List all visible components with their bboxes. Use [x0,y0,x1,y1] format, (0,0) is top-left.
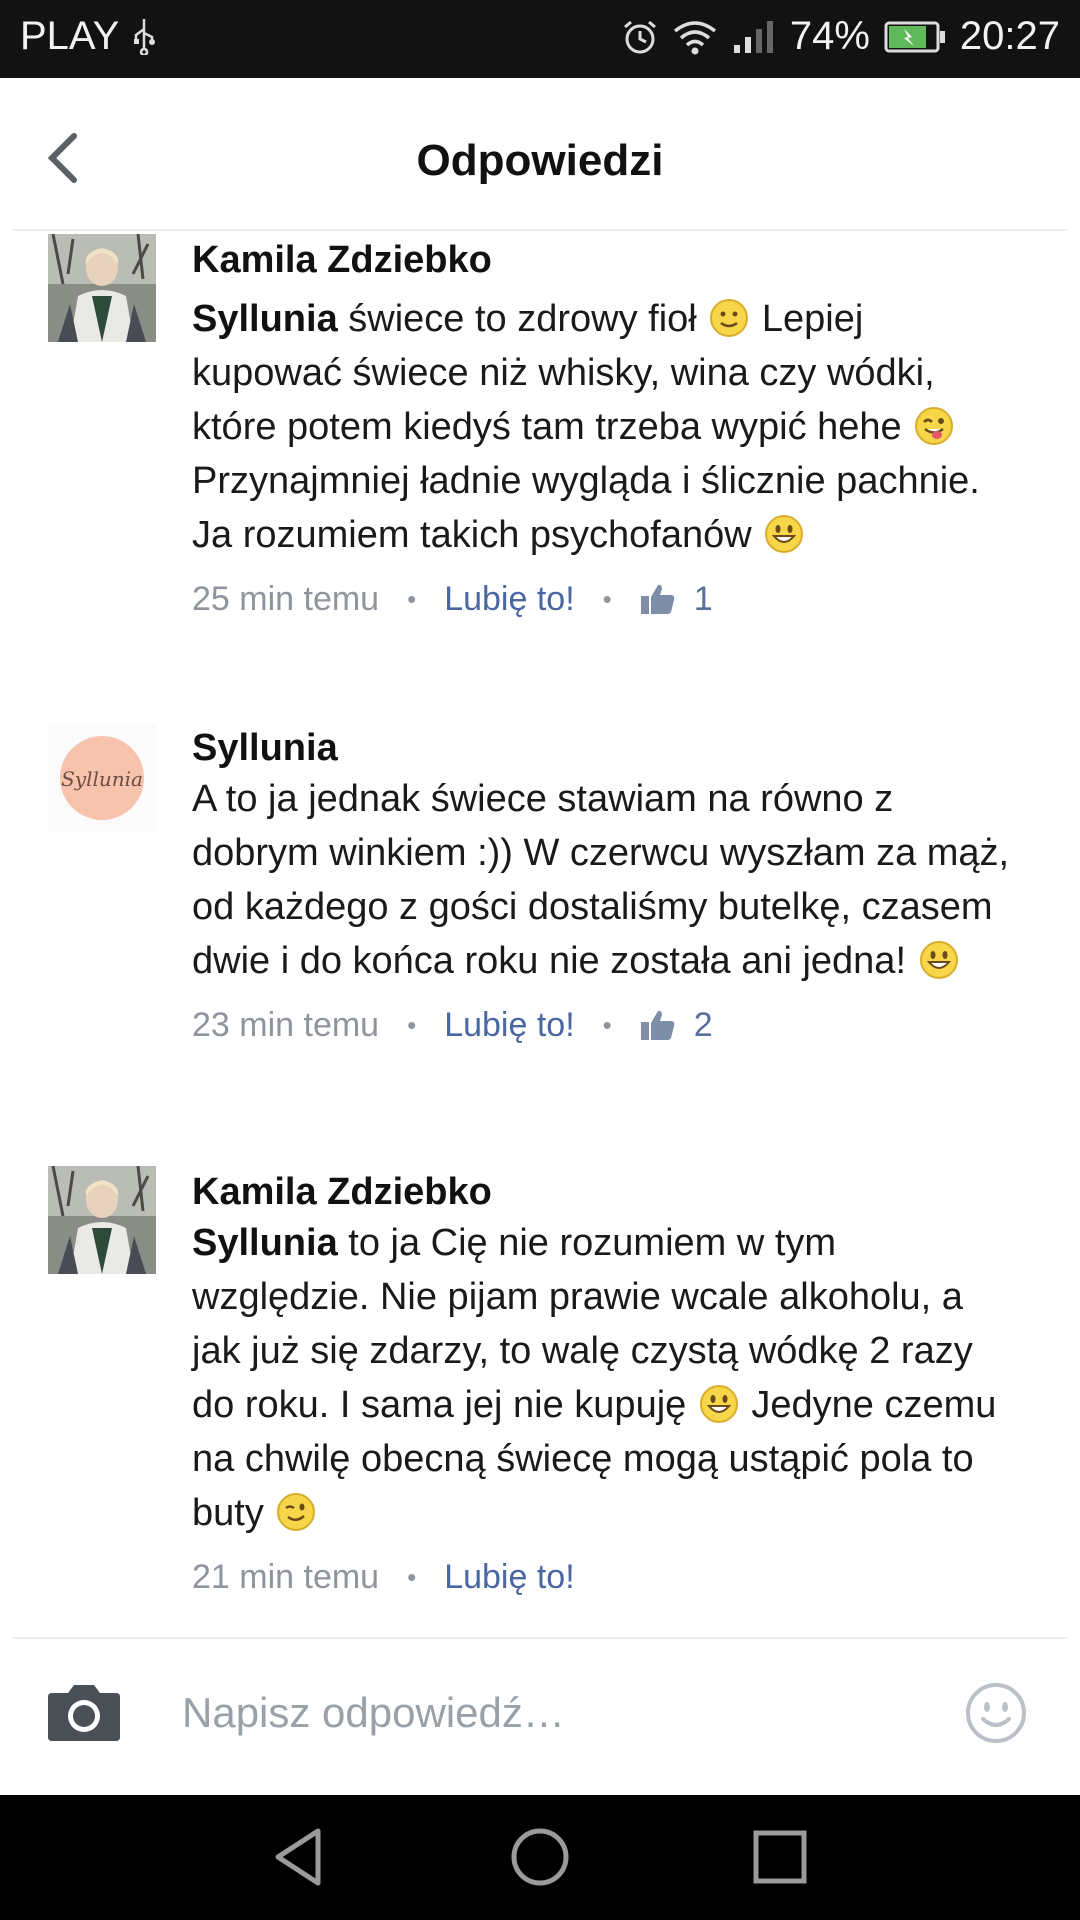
avatar[interactable]: Syllunia [48,724,156,832]
separator-dot: • [602,1009,612,1040]
separator-dot: • [407,583,417,614]
separator-dot: • [602,583,612,614]
comment-author[interactable]: Kamila Zdziebko [192,236,1012,284]
emoji-button[interactable] [964,1681,1028,1745]
comment-meta: 23 min temu • Lubię to! • 2 [192,1002,1012,1048]
comment-text-part: A to ja jednak świece stawiam na równo z… [192,778,1010,982]
comment-body: Kamila Zdziebko Syllunia to ja Cię nie r… [192,1168,1012,1600]
wifi-icon [672,19,718,55]
comment-meta: 25 min temu • Lubię to! • 1 [192,576,1012,622]
carrier-label: PLAY [20,14,120,58]
like-count[interactable]: 1 [640,580,713,619]
signal-icon [732,19,776,55]
thumbs-up-icon [640,584,675,614]
header-divider [12,229,1068,231]
recents-square-icon [753,1830,807,1884]
avatar[interactable] [48,1166,156,1274]
like-button[interactable]: Lubię to! [444,1006,574,1045]
status-bar: PLAY 74% 20:27 [0,0,1080,78]
comment-time: 25 min temu [192,579,380,618]
separator-dot: • [407,1561,417,1592]
comments-list: Kamila Zdziebko Syllunia świece to zdrow… [0,232,1080,1637]
thumbs-up-icon [640,1010,675,1040]
grin-emoji [764,514,804,554]
page-title: Odpowiedzi [416,136,664,185]
like-count-value: 1 [693,579,713,618]
mention-link[interactable]: Syllunia [192,1222,338,1264]
clock: 20:27 [959,14,1060,58]
reply-composer [0,1639,1080,1795]
camera-button[interactable] [46,1681,122,1743]
like-button[interactable]: Lubię to! [444,1558,574,1597]
comment-text: Syllunia to ja Cię nie rozumiem w tym wz… [192,1216,1012,1540]
nav-back-button[interactable] [268,1825,332,1889]
battery-percent: 74% [789,14,870,58]
home-circle-icon [511,1828,569,1886]
mention-link[interactable]: Syllunia [192,298,338,340]
reply-input[interactable] [180,1677,944,1749]
comment-text: A to ja jednak świece stawiam na równo z… [192,772,1012,988]
comment-author[interactable]: Kamila Zdziebko [192,1168,1012,1216]
slight-smile-emoji [709,298,749,338]
comment-meta: 21 min temu • Lubię to! [192,1554,1012,1600]
back-triangle-icon [275,1828,321,1886]
avatar-logo-text: Syllunia [61,767,143,791]
battery-charging-icon [884,21,946,53]
app-header: Odpowiedzi [0,78,1080,230]
grin-emoji [919,940,959,980]
nav-recents-button[interactable] [748,1825,812,1889]
comment-body: Kamila Zdziebko Syllunia świece to zdrow… [192,236,1012,622]
avatar[interactable] [48,234,156,342]
alarm-icon [622,19,658,55]
comment-text-part: świece to zdrowy fioł [337,298,708,340]
like-count[interactable]: 2 [640,1006,713,1045]
separator-dot: • [407,1009,417,1040]
nav-home-button[interactable] [508,1825,572,1889]
usb-icon [133,18,156,55]
smiley-icon [966,1683,1026,1743]
comment-time: 21 min temu [192,1557,380,1596]
comment-text-part: Przynajmniej ładnie wygląda i ślicznie p… [192,460,980,556]
comment-author[interactable]: Syllunia [192,724,1012,772]
camera-icon [48,1685,120,1741]
comment-text: Syllunia świece to zdrowy fioł Lepiej ku… [192,292,1012,562]
grin-emoji [699,1384,739,1424]
system-nav-bar [0,1795,1080,1920]
comment-body: Syllunia A to ja jednak świece stawiam n… [192,724,1012,1048]
tongue-wink-emoji [914,406,954,446]
like-button[interactable]: Lubię to! [444,580,574,619]
wink-emoji [276,1492,316,1532]
comment-time: 23 min temu [192,1005,380,1044]
like-count-value: 2 [693,1005,713,1044]
